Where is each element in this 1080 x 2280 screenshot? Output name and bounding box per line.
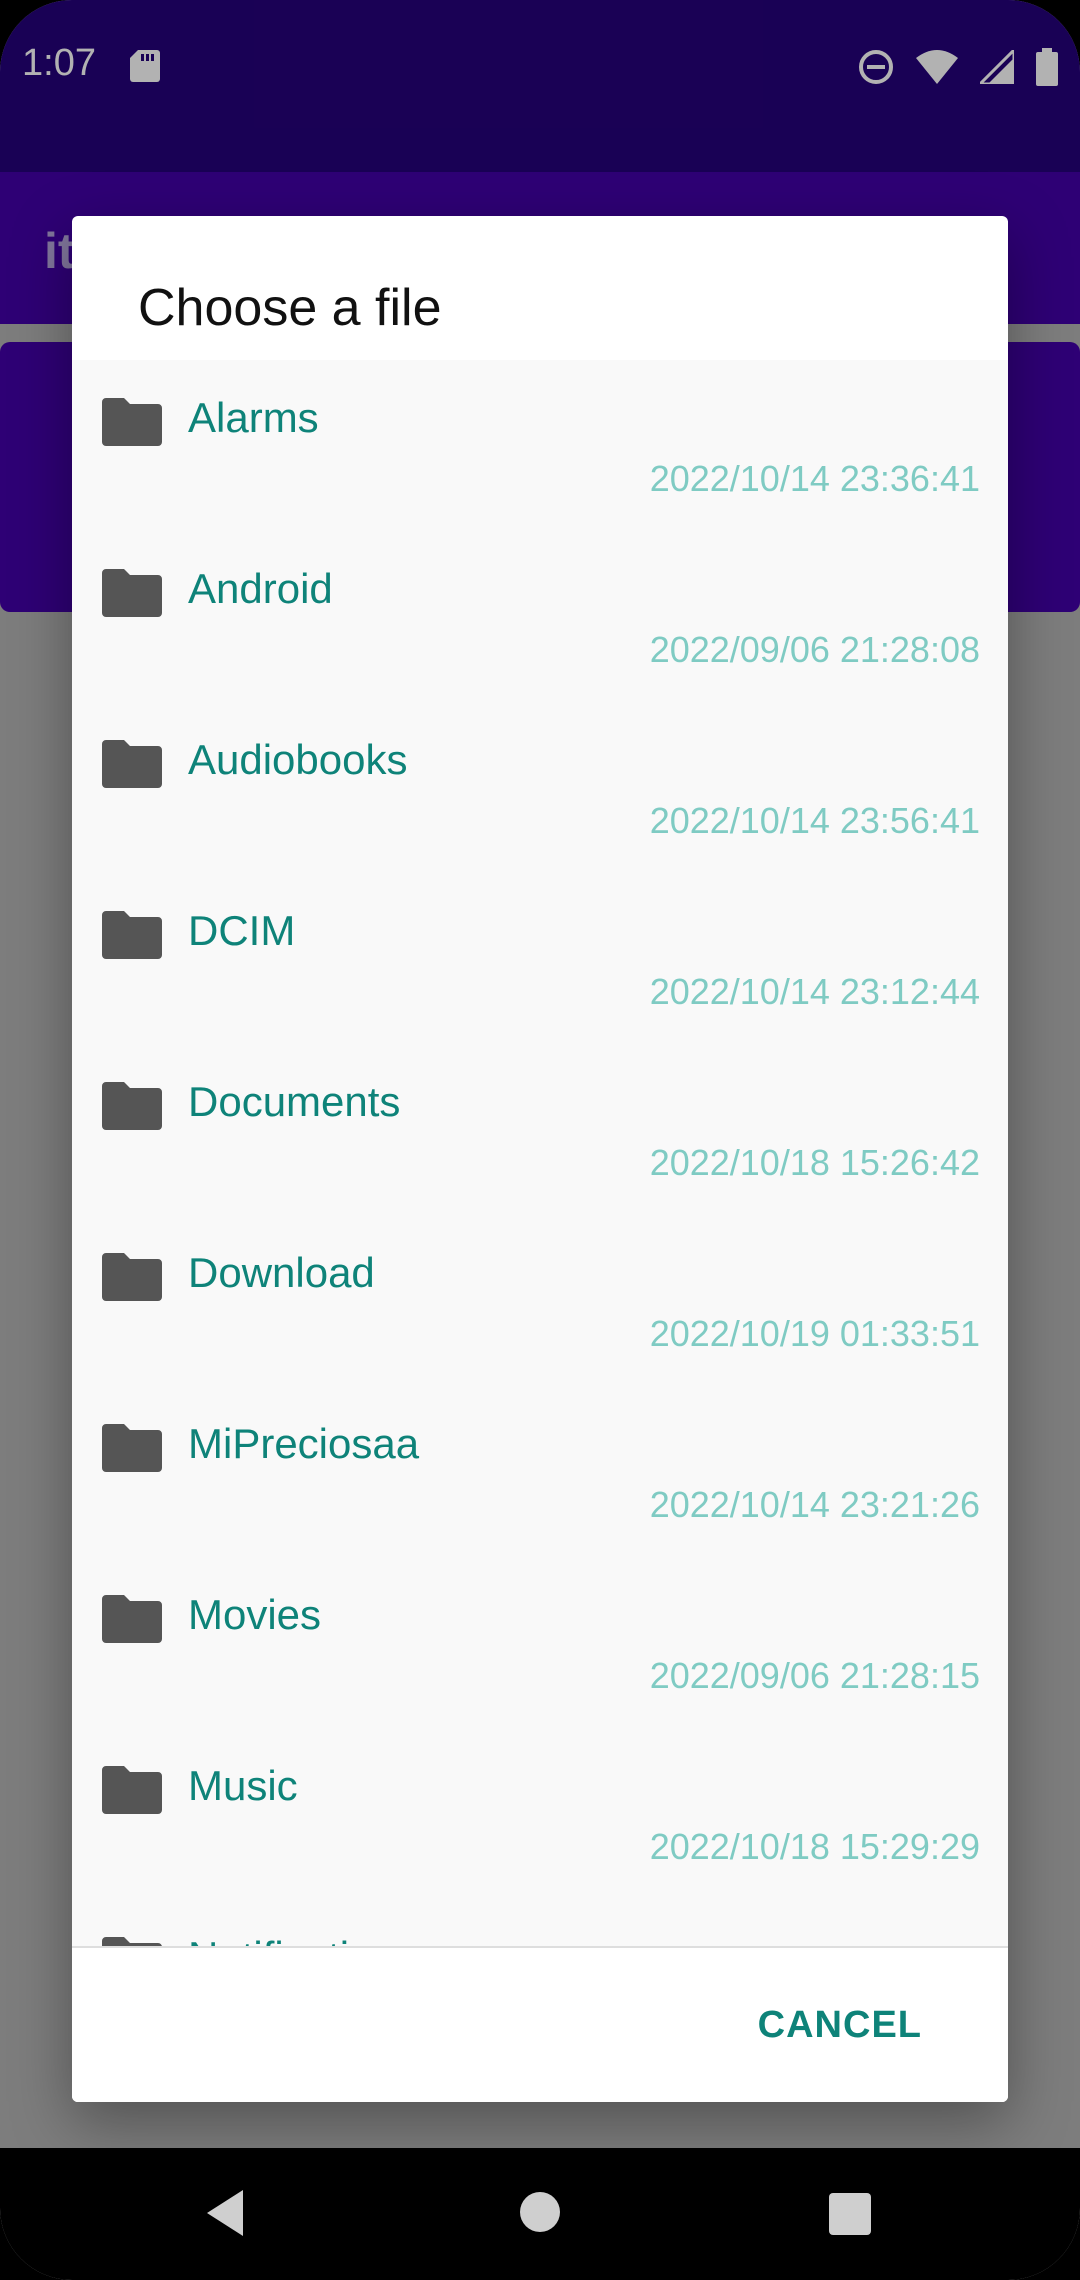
file-list-item[interactable]: Android 2022/09/06 21:28:08	[72, 531, 1008, 702]
folder-icon	[102, 1595, 162, 1648]
folder-icon	[102, 1082, 162, 1135]
file-name: Android	[188, 565, 333, 612]
file-list[interactable]: Alarms 2022/10/14 23:36:41 Android 2022/09/…	[72, 360, 1008, 2102]
file-modified-date: 2022/10/14 23:12:44	[649, 971, 980, 1012]
folder-icon	[102, 911, 162, 964]
file-list-item[interactable]: Documents 2022/10/18 15:26:42	[72, 1044, 1008, 1215]
file-list-item[interactable]: Download 2022/10/19 01:33:51	[72, 1215, 1008, 1386]
recents-icon[interactable]	[829, 2193, 871, 2240]
file-modified-date: 2022/10/14 23:21:26	[649, 1484, 980, 1525]
file-name: Audiobooks	[188, 736, 408, 783]
file-list-item[interactable]: Alarms 2022/10/14 23:36:41	[72, 360, 1008, 531]
file-name: MiPreciosaa	[188, 1420, 420, 1467]
navigation-bar	[0, 2148, 1080, 2280]
file-name: Music	[188, 1762, 298, 1809]
file-list-scroll[interactable]: Alarms 2022/10/14 23:36:41 Android 2022/09/…	[72, 360, 1008, 2102]
folder-icon	[102, 398, 162, 451]
file-modified-date: 2022/09/06 21:28:15	[649, 1655, 980, 1696]
folder-icon	[102, 740, 162, 793]
screen: 1:07 it Choose a file Alarms 2022/10/14 2	[0, 0, 1080, 2280]
file-name: DCIM	[188, 907, 296, 954]
file-list-item[interactable]: MiPreciosaa 2022/10/14 23:21:26	[72, 1386, 1008, 1557]
file-name: Documents	[188, 1078, 401, 1125]
file-name: Download	[188, 1249, 375, 1296]
file-modified-date: 2022/10/18 15:26:42	[649, 1142, 980, 1183]
cancel-button[interactable]: CANCEL	[748, 1992, 932, 2059]
file-modified-date: 2022/10/14 23:36:41	[649, 458, 980, 499]
file-modified-date: 2022/10/14 23:56:41	[649, 800, 980, 841]
folder-icon	[102, 1424, 162, 1477]
dialog-actions: CANCEL	[72, 1946, 1008, 2102]
file-list-item[interactable]: Audiobooks 2022/10/14 23:56:41	[72, 702, 1008, 873]
file-name: Alarms	[188, 394, 319, 441]
dialog-title: Choose a file	[138, 279, 442, 337]
file-list-item[interactable]: DCIM 2022/10/14 23:12:44	[72, 873, 1008, 1044]
home-icon[interactable]	[518, 2190, 562, 2239]
folder-icon	[102, 569, 162, 622]
file-list-item[interactable]: Music 2022/10/18 15:29:29	[72, 1728, 1008, 1899]
file-modified-date: 2022/09/06 21:28:08	[649, 629, 980, 670]
file-modified-date: 2022/10/19 01:33:51	[649, 1313, 980, 1354]
file-modified-date: 2022/10/18 15:29:29	[649, 1826, 980, 1867]
back-icon[interactable]	[203, 2188, 247, 2243]
folder-icon	[102, 1766, 162, 1819]
file-list-item[interactable]: Movies 2022/09/06 21:28:15	[72, 1557, 1008, 1728]
file-name: Movies	[188, 1591, 322, 1638]
folder-icon	[102, 1253, 162, 1306]
file-chooser-dialog: Choose a file Alarms 2022/10/14 23:36:41 A…	[72, 216, 1008, 2102]
